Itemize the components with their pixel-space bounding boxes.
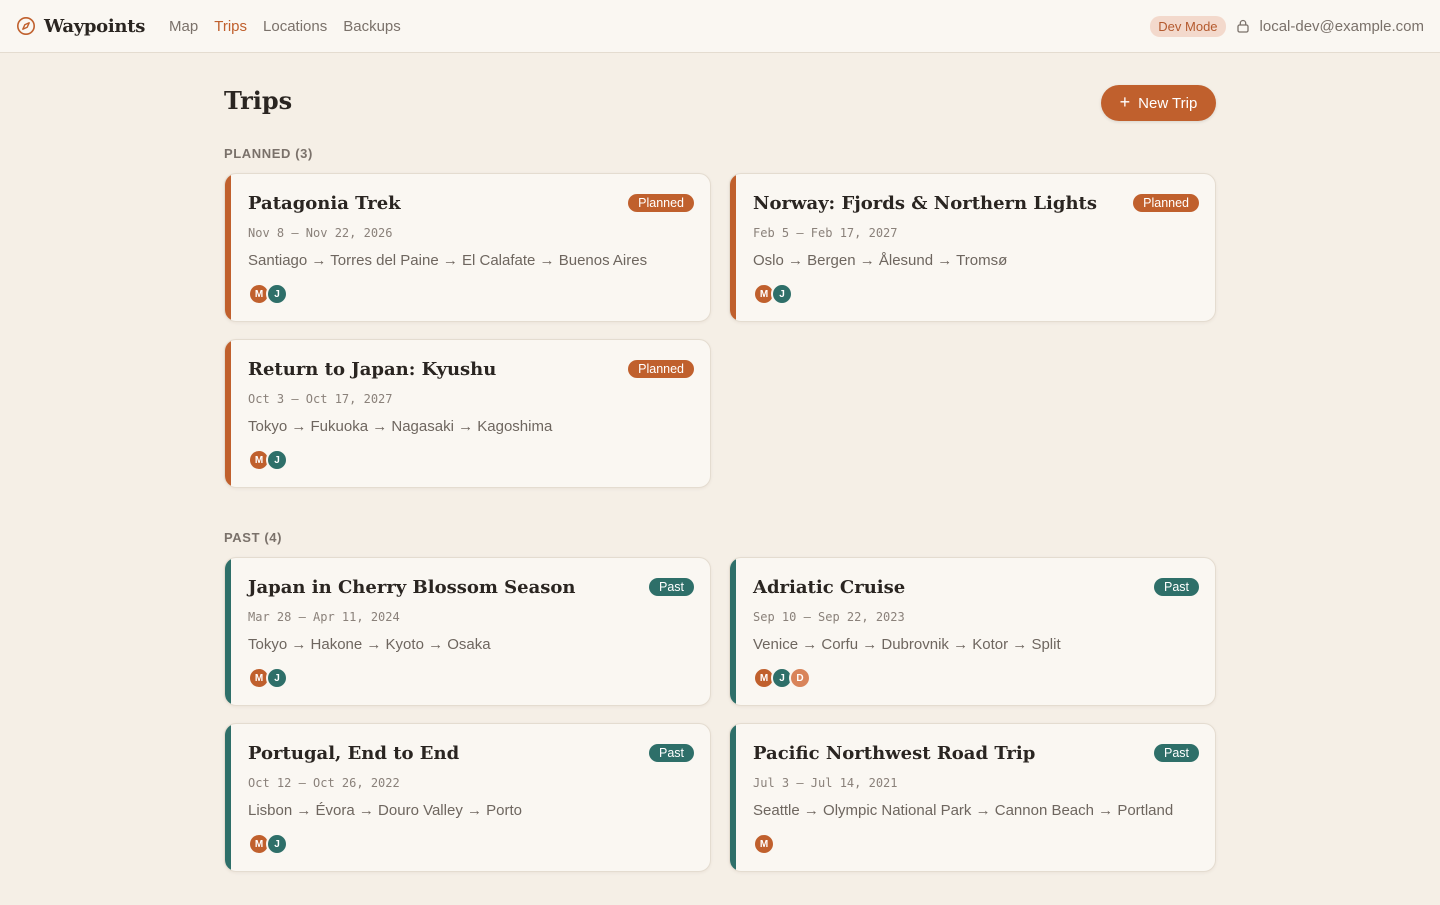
user-email[interactable]: local-dev@example.com [1260,18,1424,35]
avatar: J [266,667,288,689]
compass-icon [17,17,35,35]
trip-members: MJ [248,449,694,471]
trip-route: Santiago → Torres del Paine → El Calafat… [248,252,648,269]
trip-members: M [753,833,1199,855]
trip-members: MJD [753,667,1199,689]
new-trip-label: New Trip [1138,94,1198,112]
trip-dates: Oct 12 – Oct 26, 2022 [248,776,400,790]
status-badge: Past [648,744,694,762]
trip-route: Oslo → Bergen → Ålesund → Tromsø [753,252,1008,269]
status-badge: Past [1153,744,1199,762]
trip-members: MJ [753,283,1199,305]
trip-members: MJ [248,833,694,855]
trip-route: Lisbon → Évora → Douro Valley → Porto [248,802,523,819]
avatar: J [266,833,288,855]
section-label-planned: PLANNED (3) [224,146,313,161]
main-nav: Map Trips Locations Backups [169,18,401,35]
trip-title: Patagonia Trek [248,193,401,214]
trip-route: Seattle → Olympic National Park → Cannon… [753,802,1174,819]
trip-dates: Sep 10 – Sep 22, 2023 [753,610,905,624]
status-badge: Planned [1133,194,1199,212]
trip-members: MJ [248,283,694,305]
top-nav-bar: Waypoints Map Trips Locations Backups De… [0,0,1440,53]
trip-route: Tokyo → Fukuoka → Nagasaki → Kagoshima [248,418,553,435]
trip-card[interactable]: Patagonia Trek Planned Nov 8 – Nov 22, 202… [224,173,711,322]
brand[interactable]: Waypoints [16,16,145,37]
trip-title: Return to Japan: Kyushu [248,359,497,380]
trip-card[interactable]: Portugal, End to End Past Oct 12 – Oct 26,… [224,723,711,872]
status-badge: Planned [628,194,694,212]
trip-title: Pacific Northwest Road Trip [753,743,1036,764]
trip-title: Norway: Fjords & Northern Lights [753,193,1098,214]
trip-card[interactable]: Pacific Northwest Road Trip Past Jul 3 – J… [729,723,1216,872]
avatar: J [266,449,288,471]
lock-icon [1236,19,1249,33]
trip-dates: Nov 8 – Nov 22, 2026 [248,226,393,240]
nav-locations[interactable]: Locations [263,18,327,35]
trip-route: Tokyo → Hakone → Kyoto → Osaka [248,636,491,653]
avatar: J [771,283,793,305]
trip-card-header: Portugal, End to End Past [248,742,694,766]
status-badge: Past [648,578,694,596]
dev-mode-badge: Dev Mode [1150,15,1226,37]
trip-card[interactable]: Japan in Cherry Blossom Season Past Mar 28… [224,557,711,706]
user-area: Dev Mode local-dev@example.com [1150,15,1424,37]
trip-members: MJ [248,667,694,689]
trip-dates: Jul 3 – Jul 14, 2021 [753,776,898,790]
new-trip-button[interactable]: + New Trip [1101,85,1216,121]
trip-card-header: Adriatic Cruise Past [753,576,1199,600]
brand-name: Waypoints [44,15,146,37]
trip-card-header: Patagonia Trek Planned [248,192,694,216]
trip-dates: Oct 3 – Oct 17, 2027 [248,392,393,406]
trip-route: Venice → Corfu → Dubrovnik → Kotor → Spl… [753,636,1061,653]
trip-dates: Mar 28 – Apr 11, 2024 [248,610,400,624]
trip-card[interactable]: Adriatic Cruise Past Sep 10 – Sep 22, 2023… [729,557,1216,706]
trip-card[interactable]: Return to Japan: Kyushu Planned Oct 3 – Oc… [224,339,711,488]
trip-dates: Feb 5 – Feb 17, 2027 [753,226,898,240]
nav-map[interactable]: Map [169,18,198,35]
trip-card-header: Return to Japan: Kyushu Planned [248,358,694,382]
trip-title: Japan in Cherry Blossom Season [248,577,576,598]
page-title: Trips [224,86,293,115]
nav-trips[interactable]: Trips [214,18,247,35]
plus-icon: + [1119,92,1131,112]
past-trips-grid: Japan in Cherry Blossom Season Past Mar 28… [224,557,1216,872]
avatar: J [266,283,288,305]
status-badge: Past [1153,578,1199,596]
trip-card-header: Norway: Fjords & Northern Lights Planned [753,192,1199,216]
trip-title: Portugal, End to End [248,743,460,764]
trip-title: Adriatic Cruise [753,577,906,598]
avatar: M [753,833,775,855]
status-badge: Planned [628,360,694,378]
trip-card-header: Japan in Cherry Blossom Season Past [248,576,694,600]
trip-card-header: Pacific Northwest Road Trip Past [753,742,1199,766]
trip-card[interactable]: Norway: Fjords & Northern Lights Planned F… [729,173,1216,322]
nav-backups[interactable]: Backups [343,18,401,35]
avatar: D [789,667,811,689]
planned-trips-grid: Patagonia Trek Planned Nov 8 – Nov 22, 202… [224,173,1216,488]
section-label-past: PAST (4) [224,530,283,545]
